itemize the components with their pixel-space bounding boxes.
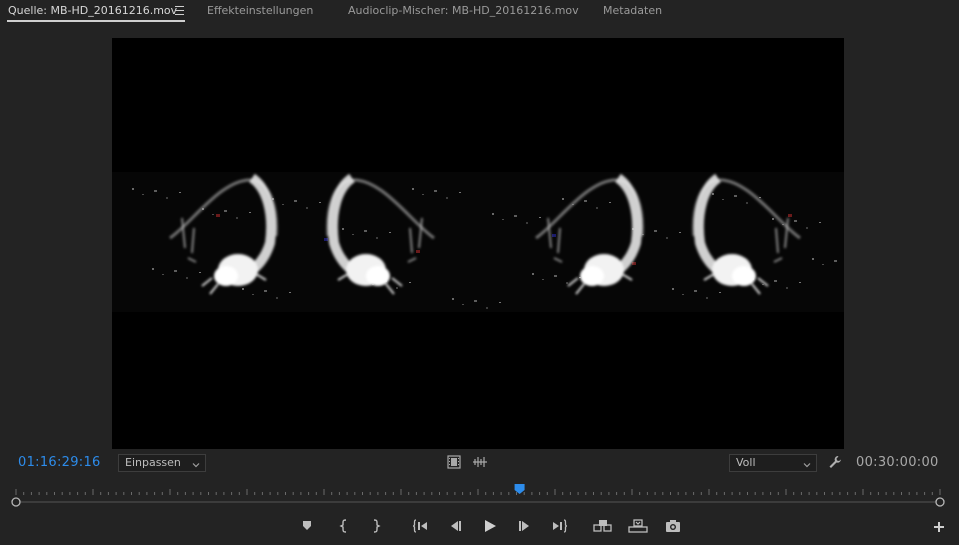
time-ruler-ticks xyxy=(11,484,945,507)
go-to-out-icon[interactable] xyxy=(551,518,567,534)
duration-timecode: 00:30:00:00 xyxy=(856,455,939,470)
zoom-level-select[interactable]: Einpassen xyxy=(118,454,206,472)
active-tab-indicator xyxy=(7,20,185,22)
export-frame-icon[interactable] xyxy=(665,518,681,534)
tab-source[interactable]: Quelle: MB-HD_20161216.mov xyxy=(8,0,177,22)
tab-audio-clip-mixer[interactable]: Audioclip-Mischer: MB-HD_20161216.mov xyxy=(348,0,579,22)
marker-icon[interactable] xyxy=(301,518,313,532)
resolution-value: Voll xyxy=(736,456,756,469)
tab-label: Audioclip-Mischer: MB-HD_20161216.mov xyxy=(348,4,579,17)
step-back-icon[interactable] xyxy=(447,518,463,534)
video-frame-image xyxy=(112,172,844,312)
zoom-level-value: Einpassen xyxy=(125,456,181,469)
wrench-icon[interactable] xyxy=(828,455,842,469)
audio-waveform-icon[interactable] xyxy=(472,456,488,468)
overwrite-icon[interactable] xyxy=(628,518,648,534)
time-ruler[interactable] xyxy=(10,482,946,510)
tab-effect-controls[interactable]: Effekteinstellungen xyxy=(207,0,313,22)
go-to-in-icon[interactable] xyxy=(413,518,429,534)
step-forward-icon[interactable] xyxy=(517,518,533,534)
chevron-down-icon xyxy=(192,458,200,468)
playback-resolution-select[interactable]: Voll xyxy=(729,454,817,472)
mark-in-icon[interactable] xyxy=(338,518,350,534)
tab-label: Effekteinstellungen xyxy=(207,4,314,17)
mark-out-icon[interactable] xyxy=(370,518,382,534)
tab-metadata[interactable]: Metadaten xyxy=(603,0,662,22)
panel-tab-bar: Quelle: MB-HD_20161216.mov Effekteinstel… xyxy=(0,0,959,26)
source-monitor-panel: Quelle: MB-HD_20161216.mov Effekteinstel… xyxy=(0,0,959,545)
film-strip-icon[interactable] xyxy=(447,455,461,469)
insert-icon[interactable] xyxy=(593,518,613,534)
current-timecode[interactable]: 01:16:29:16 xyxy=(18,455,101,470)
play-icon[interactable] xyxy=(482,518,498,534)
panel-menu-icon[interactable] xyxy=(175,6,184,15)
chevron-down-icon xyxy=(803,458,811,468)
video-preview[interactable] xyxy=(112,38,844,449)
tab-label: Quelle: MB-HD_20161216.mov xyxy=(8,4,178,17)
plus-icon[interactable] xyxy=(933,521,945,533)
tab-label: Metadaten xyxy=(603,4,663,17)
